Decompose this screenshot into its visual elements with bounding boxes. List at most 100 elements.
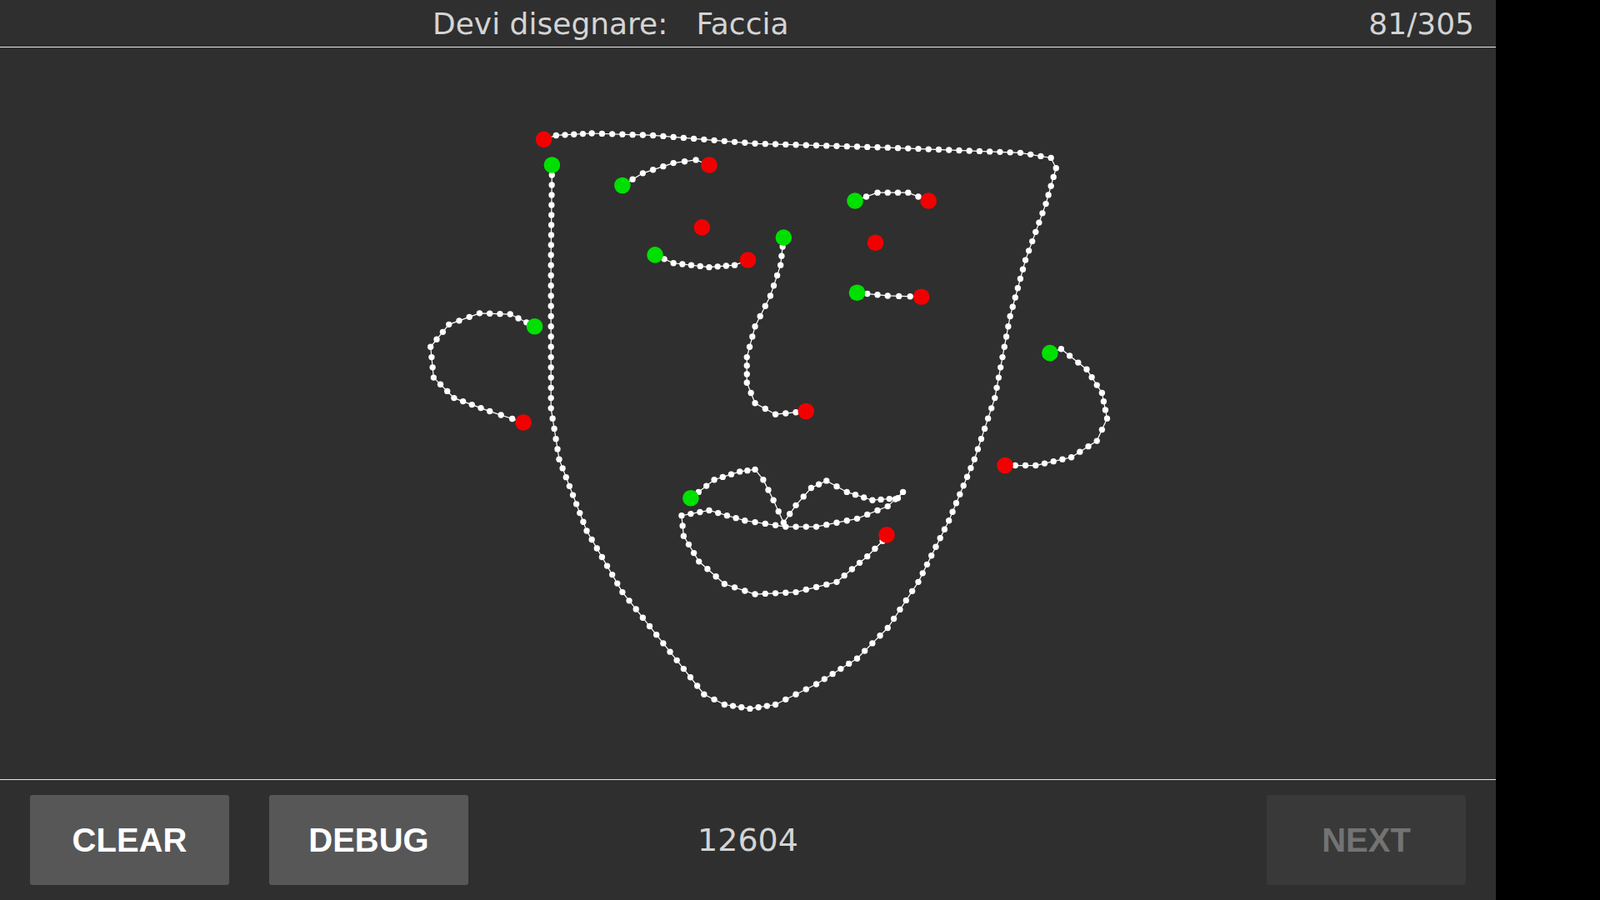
stroke-point [1047, 155, 1054, 161]
stroke-point [864, 553, 870, 560]
stroke-point [885, 144, 891, 150]
stroke-point [715, 263, 721, 270]
stroke-point [1099, 390, 1105, 396]
stroke-point [619, 589, 625, 595]
stroke-point [724, 512, 730, 519]
stroke-point [813, 142, 820, 149]
stroke [535, 130, 1060, 712]
stroke-point [808, 485, 815, 491]
stroke-point [678, 512, 685, 519]
stroke-point [548, 282, 555, 289]
action-button[interactable]: DEBUG [269, 795, 469, 885]
stroke-point [915, 193, 921, 200]
stroke-point [772, 701, 779, 708]
stroke-point [1032, 229, 1039, 235]
stroke-point [703, 482, 710, 489]
stroke [849, 284, 930, 305]
stroke-point [625, 597, 632, 604]
stroke-point [854, 515, 860, 522]
stroke-point [570, 491, 576, 498]
stroke-point [966, 147, 973, 154]
stroke-point [704, 565, 710, 572]
drawing-surface[interactable] [0, 47, 1496, 780]
stroke-point [744, 370, 750, 377]
stroke-point [757, 313, 764, 320]
stroke-point [433, 336, 440, 343]
stroke-point [751, 323, 758, 330]
stroke-point [876, 632, 883, 639]
stroke-point [715, 510, 721, 516]
stroke-point [690, 550, 697, 556]
black-strip [1495, 0, 1600, 900]
stroke-point [1094, 381, 1100, 388]
stroke-point [869, 497, 875, 504]
stroke-point [731, 139, 738, 145]
stroke-point [1042, 200, 1049, 207]
stroke-point [430, 374, 437, 380]
stroke-point [964, 474, 970, 480]
stroke-start-dot [526, 318, 544, 335]
stroke-point [782, 523, 789, 530]
stroke-point [670, 160, 676, 166]
stroke-start-dot [849, 284, 866, 301]
stroke-point [792, 523, 799, 530]
stroke-point [1075, 359, 1081, 365]
next-button[interactable]: NEXT [1266, 795, 1466, 885]
stroke-point [1037, 153, 1044, 160]
stroke-point [548, 251, 555, 258]
stroke-point [609, 571, 615, 578]
stroke-point [507, 310, 514, 317]
stroke-point [762, 405, 769, 412]
stroke-point [1025, 247, 1032, 254]
stroke [678, 466, 906, 598]
progress-counter: 81/305 [1368, 6, 1475, 41]
stroke-point [445, 321, 452, 328]
stroke-point [744, 467, 750, 474]
stroke-point [746, 344, 753, 350]
stroke-point [697, 263, 704, 270]
stroke-point [915, 579, 921, 585]
stroke-point [1017, 150, 1024, 156]
stroke-point [594, 545, 600, 551]
stroke-end-dot [694, 219, 711, 236]
stroke-start-dot [846, 192, 864, 210]
stroke-point [710, 137, 717, 144]
stroke-point [679, 260, 685, 267]
stroke-point [496, 310, 503, 317]
stroke-point [1001, 344, 1008, 350]
stroke-point [863, 193, 870, 200]
action-button[interactable]: CLEAR [30, 795, 230, 885]
stroke-point [1050, 458, 1057, 465]
stroke [646, 246, 756, 270]
stroke-point [829, 670, 835, 677]
subject-label: Faccia [695, 6, 789, 41]
stroke-point [705, 507, 712, 514]
stroke-point [573, 500, 580, 507]
drawing-canvas[interactable] [0, 47, 1496, 780]
stroke-point [640, 615, 646, 621]
stroke-point [885, 503, 891, 510]
stroke-point [554, 445, 560, 452]
stroke-point [1085, 443, 1091, 450]
stroke-point [772, 590, 779, 596]
stroke-point [886, 495, 893, 502]
stroke-point [731, 584, 738, 590]
stroke-point [1039, 210, 1045, 216]
stroke-point [885, 189, 891, 195]
stroke-point [609, 130, 615, 137]
stroke-point [1027, 151, 1034, 158]
stroke-point [896, 606, 903, 613]
stroke-point [1104, 415, 1110, 421]
stroke-point [700, 136, 707, 143]
stroke-point [803, 586, 810, 593]
stroke-point [1003, 333, 1010, 340]
stroke-point [813, 584, 820, 590]
stroke-point [803, 141, 810, 148]
stroke [744, 229, 815, 420]
stroke-point [498, 411, 505, 418]
stroke-point [660, 640, 666, 646]
stroke-point [736, 468, 743, 475]
stroke-point [681, 158, 688, 165]
stroke-point [437, 381, 444, 388]
stroke-point [905, 189, 911, 195]
